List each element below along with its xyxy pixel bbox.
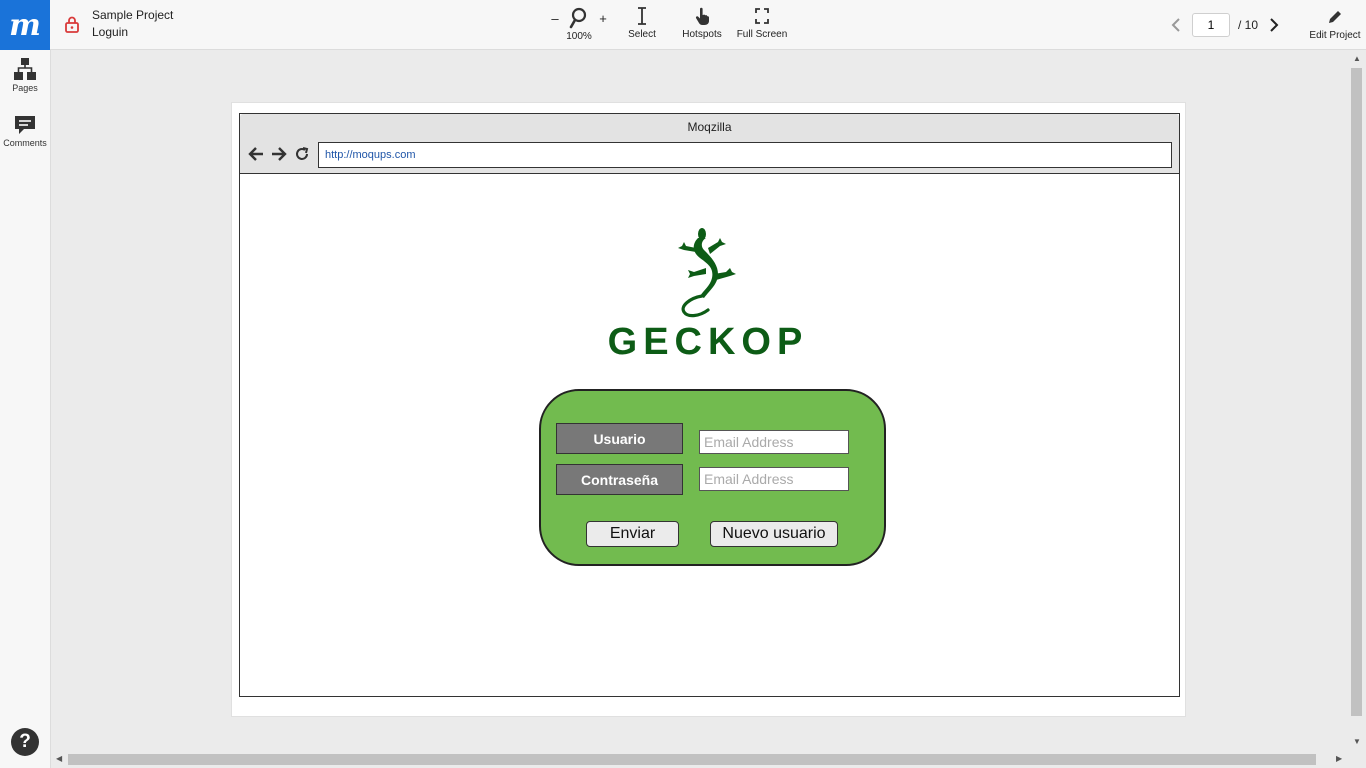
forward-arrow-icon[interactable] <box>270 146 288 162</box>
horizontal-scroll-thumb[interactable] <box>68 754 1316 765</box>
username-label: Usuario <box>556 423 683 454</box>
vertical-scroll-thumb[interactable] <box>1351 68 1362 716</box>
scroll-left-arrow-icon[interactable]: ◀ <box>56 754 62 763</box>
password-label: Contraseña <box>556 464 683 495</box>
vertical-scrollbar[interactable]: ▲ ▼ <box>1348 51 1366 751</box>
password-input[interactable]: Email Address <box>699 467 849 491</box>
page-total: / 10 <box>1238 18 1259 32</box>
top-toolbar: m Sample Project Loguin – + 100% Select … <box>0 0 1366 50</box>
gecko-logo-icon <box>678 228 736 318</box>
page-navigator: / 10 <box>1168 13 1282 37</box>
browser-title: Moqzilla <box>687 120 732 134</box>
fullscreen-label: Full Screen <box>736 29 788 40</box>
fullscreen-icon <box>755 8 769 24</box>
submit-button[interactable]: Enviar <box>586 521 679 547</box>
project-name[interactable]: Sample Project <box>92 7 173 24</box>
scroll-up-arrow-icon[interactable]: ▲ <box>1353 54 1361 63</box>
magnifier-icon <box>569 7 587 29</box>
fullscreen-tool[interactable]: Full Screen <box>734 6 790 40</box>
text-cursor-icon <box>638 7 646 25</box>
zoom-in-button[interactable]: + <box>598 11 608 26</box>
previous-page-button[interactable] <box>1168 13 1184 37</box>
sidebar-item-label: Pages <box>12 83 38 93</box>
zoom-out-button[interactable]: – <box>550 11 560 26</box>
hotspots-tool[interactable]: Hotspots <box>680 6 724 40</box>
hotspots-label: Hotspots <box>682 29 722 40</box>
left-sidebar: Pages Comments <box>0 50 51 768</box>
hand-pointer-icon <box>695 7 710 25</box>
username-input[interactable]: Email Address <box>699 430 849 454</box>
zoom-control: – + 100% <box>550 7 608 42</box>
project-info: Sample Project Loguin <box>92 7 173 41</box>
pencil-icon <box>1329 11 1341 23</box>
page-name[interactable]: Loguin <box>92 24 173 41</box>
sidebar-item-label: Comments <box>3 138 47 148</box>
lock-icon[interactable] <box>64 15 80 33</box>
scroll-down-arrow-icon[interactable]: ▼ <box>1353 737 1361 746</box>
browser-chrome: Moqzilla http://moqups.com <box>240 114 1179 174</box>
chevron-left-icon <box>1171 18 1180 32</box>
sidebar-item-comments[interactable]: Comments <box>0 114 50 148</box>
next-page-button[interactable] <box>1266 13 1282 37</box>
select-label: Select <box>628 29 656 40</box>
comment-icon <box>15 116 35 134</box>
scroll-right-arrow-icon[interactable]: ▶ <box>1336 754 1342 763</box>
back-arrow-icon[interactable] <box>247 146 265 162</box>
edit-project-label: Edit Project <box>1309 30 1361 41</box>
zoom-value[interactable]: 100% <box>550 31 608 42</box>
horizontal-scrollbar[interactable]: ◀ ▶ <box>51 751 1348 768</box>
login-panel: Usuario Email Address Contraseña Email A… <box>539 389 886 566</box>
new-user-button[interactable]: Nuevo usuario <box>710 521 838 547</box>
edit-project-button[interactable]: Edit Project <box>1306 8 1364 41</box>
moqups-logo[interactable]: m <box>0 0 50 50</box>
page-number-input[interactable] <box>1192 13 1230 37</box>
sidebar-item-pages[interactable]: Pages <box>0 57 50 93</box>
chevron-right-icon <box>1270 18 1279 32</box>
select-tool[interactable]: Select <box>622 6 662 40</box>
reload-icon[interactable] <box>294 146 310 162</box>
url-bar[interactable]: http://moqups.com <box>318 142 1172 168</box>
brand-wordmark: GECKOP <box>607 321 809 363</box>
help-button[interactable]: ? <box>11 728 39 756</box>
sitemap-icon <box>14 58 36 80</box>
